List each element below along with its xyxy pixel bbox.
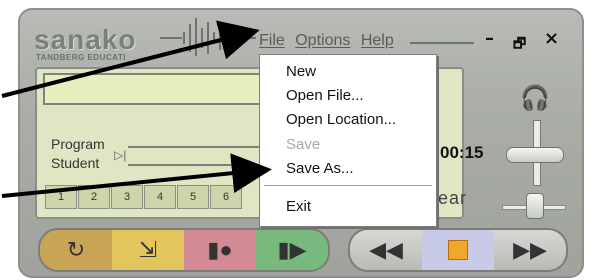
bookmark-button[interactable]: 3 [111,185,143,209]
rewind-icon: ◀◀ [369,237,403,262]
balance-slider-knob[interactable] [526,193,544,219]
menu-divider-line [410,42,474,44]
student-label: Student [51,155,100,171]
menu-item-exit[interactable]: Exit [286,198,311,215]
bookmark-button[interactable]: 6 [210,185,242,209]
close-button[interactable]: × [544,28,559,49]
info-field [43,73,262,105]
minimize-button[interactable]: – [485,28,494,49]
right-button-group: ◀◀ ▶▶ [348,228,568,272]
volume-slider-knob[interactable] [506,147,564,163]
export-icon: ⇲ [138,237,158,262]
menu-item-save-as[interactable]: Save As... [286,160,354,177]
left-button-group: ↻ ⇲ ▮● ▮▶ [38,228,330,272]
fast-forward-button[interactable]: ▶▶ [494,230,566,270]
menu-item-open-location[interactable]: Open Location... [286,111,396,128]
bookmark-button[interactable]: 2 [78,185,110,209]
restore-button[interactable]: 🗗 [513,33,526,57]
menu-bar: File Options Help [259,32,400,50]
time-readout: 00:15 [440,143,484,162]
program-track[interactable] [128,146,260,148]
bookmark-button[interactable]: 1 [45,185,77,209]
repeat-icon: ↻ [66,237,86,262]
bookmark-row: 1 2 3 4 5 6 [45,185,243,209]
menu-file[interactable]: File [259,32,285,49]
menu-separator [264,185,432,186]
waveform-decoration [160,18,256,56]
export-button[interactable]: ⇲ [112,230,184,270]
bookmark-button[interactable]: 4 [144,185,176,209]
repeat-button[interactable]: ↻ [40,230,112,270]
stop-icon [448,240,468,260]
clear-button[interactable]: lear [433,188,467,209]
play-icon: ▮▶ [277,237,307,262]
stop-button[interactable] [422,230,494,270]
fast-forward-icon: ▶▶ [513,237,547,262]
menu-options[interactable]: Options [295,32,350,49]
menu-help[interactable]: Help [361,32,394,49]
menu-item-new[interactable]: New [286,63,316,80]
menu-item-open-file[interactable]: Open File... [286,87,364,104]
play-button[interactable]: ▮▶ [256,230,328,270]
file-menu-dropdown: New Open File... Open Location... Save S… [259,54,437,227]
headset-icon: 🎧 [520,85,550,112]
menu-item-save: Save [286,136,321,153]
bookmark-button[interactable]: 5 [177,185,209,209]
rewind-button[interactable]: ◀◀ [350,230,422,270]
program-label: Program [51,136,105,152]
app-logo: sanako [34,24,137,55]
app-logo-subtitle: TANDBERG EDUCATI [36,53,126,62]
record-button[interactable]: ▮● [184,230,256,270]
student-track[interactable] [128,164,260,166]
record-icon: ▮● [207,237,233,262]
position-marker-icon[interactable]: ▷| [114,148,126,162]
